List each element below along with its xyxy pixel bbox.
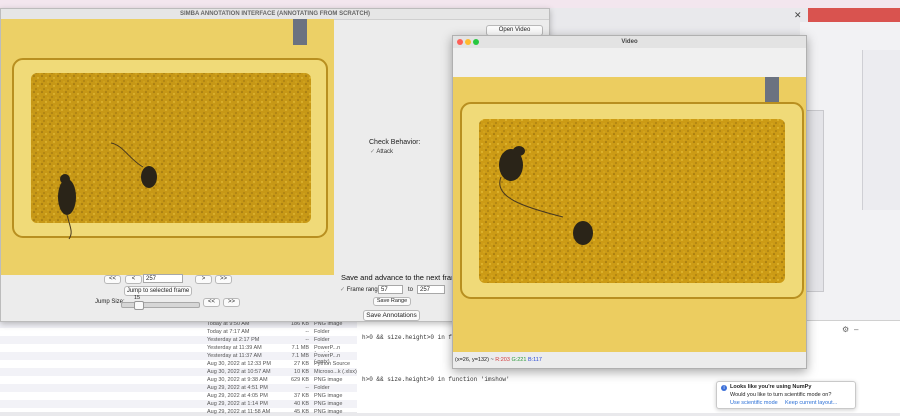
list-item[interactable]: Yesterday at 11:37 AM 7.1 MB PowerP...n (.… [0,352,357,365]
file-date: Aug 29, 2022 at 11:58 AM [207,409,271,415]
ide-side-toolbar [862,50,900,210]
video-window: Video (x=26, y=132) ~ R:203 G:221 B:117 [452,35,807,369]
next-frame-button[interactable]: > [195,275,212,284]
ide-error-bar [808,8,900,22]
frame-image [1,19,334,275]
behavior-label: Attack [376,149,394,155]
jump-forward-button[interactable]: >> [223,298,240,307]
prev-frame-button[interactable]: < [125,275,142,284]
cursor-coords: (x=26, y=132) ~ [455,357,494,363]
minimize-window-icon[interactable] [465,39,471,45]
behavior-checkbox[interactable]: ✓ Attack [370,148,393,155]
check-behavior-label: Check Behavior: [369,139,421,146]
range-from-input[interactable]: 57 [378,285,403,294]
video-frame-image[interactable] [453,77,806,352]
file-date: Yesterday at 2:17 PM [207,337,260,343]
console-line: h>0 && size.height>0 in function 'imshow… [362,376,510,383]
file-date: Aug 29, 2022 at 1:14 PM [207,401,268,407]
status-blue-value: B:117 [527,357,542,363]
file-kind: Folder [314,385,330,391]
first-frame-button[interactable]: << [104,275,121,284]
file-kind: PNG image [314,377,343,383]
file-date: Aug 29, 2022 at 4:51 PM [207,385,268,391]
frame-number-input[interactable]: 257 [143,274,183,283]
minimize-icon[interactable]: – [854,325,858,334]
file-date: Yesterday at 11:37 AM [207,353,262,359]
file-size: 45 KB [294,409,309,415]
list-item[interactable]: Yesterday at 11:39 AM7.1 MBPowerP...n (.… [0,344,357,357]
close-icon[interactable]: ✕ [794,10,802,21]
status-red-value: R:203 [495,357,510,363]
jump-back-button[interactable]: << [203,298,220,307]
status-bar: (x=26, y=132) ~ R:203 G:221 B:117 [453,354,808,366]
status-green-value: G:221 [511,357,527,363]
list-item[interactable]: Aug 30, 2022 at 9:38 AM 629 KB PNG image [0,376,357,384]
gear-icon[interactable]: ⚙ [842,325,849,334]
file-size: -- [305,329,309,335]
list-item[interactable]: Aug 29, 2022 at 4:51 PM -- Folder [0,384,357,392]
video-toolbar [453,48,806,78]
file-size: -- [305,385,309,391]
file-kind: PNG image [314,393,343,399]
notification-title: Looks like you're using NumPy [730,384,812,390]
save-advance-button[interactable]: Save and advance to the next frame [341,273,462,282]
finder-file-list: Today at 9:50 AM 186 KB PNG image Today at … [0,320,357,415]
file-date: Aug 30, 2022 at 12:33 PM [207,361,271,367]
list-item[interactable]: Yesterday at 2:17 PM -- Folder [0,336,357,344]
jump-size-slider[interactable] [121,301,200,310]
file-kind: PNG image [314,409,343,415]
close-window-icon[interactable] [457,39,463,45]
list-item[interactable]: Aug 30, 2022 at 10:57 AM 10 KB Microso...k… [0,368,357,376]
file-date: Yesterday at 11:39 AM [207,345,262,351]
file-kind: Python Source [314,361,351,367]
file-size: 629 KB [290,377,309,383]
save-range-button[interactable]: Save Range [373,297,411,306]
last-frame-button[interactable]: >> [215,275,232,284]
checkmark-icon: ✓ [370,149,376,155]
file-date: Today at 7:17 AM [207,329,250,335]
slider-thumb[interactable] [133,301,144,310]
zoom-window-icon[interactable] [473,39,479,45]
file-size: 40 KB [294,401,309,407]
range-to-label: to [408,287,414,293]
frame-range-label: Frame range [346,287,382,293]
file-size: 7.1 MB [291,345,309,351]
file-size: 7.1 MB [291,353,309,359]
range-to-input[interactable]: 257 [417,285,445,294]
list-item[interactable]: Aug 29, 2022 at 11:58 AM 45 KB PNG image [0,408,357,416]
menu-bar-background [0,0,900,8]
use-scientific-mode-link[interactable]: Use scientific mode [730,400,778,406]
file-date: Aug 30, 2022 at 9:38 AM [207,377,268,383]
checkmark-icon: ✓ [340,287,346,293]
frame-range-checkbox[interactable]: ✓ Frame range [340,286,381,293]
scientific-mode-notification: i Looks like you're using NumPy Would yo… [716,381,856,409]
file-kind: Microso...k (.xlsx) [314,369,357,375]
info-icon: i [721,385,727,391]
list-item[interactable]: Aug 30, 2022 at 12:33 PM 27 KB Python Sour… [0,360,357,368]
file-kind: PNG image [314,401,343,407]
file-date: Aug 30, 2022 at 10:57 AM [207,369,271,375]
file-size: -- [305,337,309,343]
list-item[interactable]: Aug 29, 2022 at 1:14 PM 40 KB PNG image [0,400,357,408]
file-size: 37 KB [294,393,309,399]
file-size: 27 KB [294,361,309,367]
file-kind: Folder [314,329,330,335]
save-annotations-button[interactable]: Save Annotations [363,310,420,321]
video-title-text: Video [621,39,638,45]
file-kind: Folder [314,337,330,343]
notification-body: Would you like to turn scientific mode o… [730,392,832,398]
list-item[interactable]: Aug 29, 2022 at 4:05 PM 37 KB PNG image [0,392,357,400]
file-date: Aug 29, 2022 at 4:05 PM [207,393,268,399]
keep-layout-link[interactable]: Keep current layout... [785,400,837,406]
list-item[interactable]: Today at 7:17 AM -- Folder [0,328,357,336]
file-size: 10 KB [294,369,309,375]
